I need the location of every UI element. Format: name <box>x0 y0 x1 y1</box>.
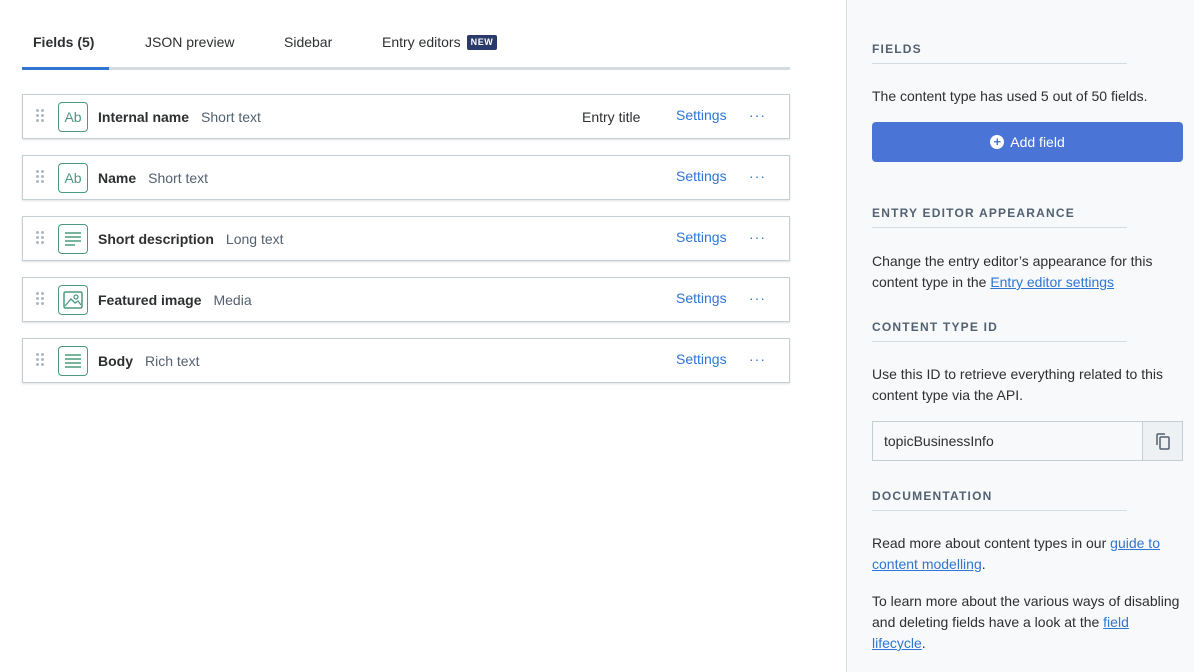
field-type: Short text <box>201 109 261 125</box>
field-settings-button[interactable]: Settings <box>676 107 727 123</box>
rich-text-icon <box>58 346 88 376</box>
field-type: Short text <box>148 170 209 186</box>
content-type-id-text: Use this ID to retrieve everything relat… <box>872 366 1164 403</box>
field-name: Short description <box>98 231 214 247</box>
field-name: Internal name <box>98 109 190 125</box>
field-settings-button[interactable]: Settings <box>676 290 727 306</box>
appearance-text: Change the entry editor’s appearance for… <box>872 251 1182 293</box>
plus-circle-icon: + <box>990 135 1005 149</box>
copy-icon[interactable] <box>1142 422 1182 460</box>
short-text-icon: Ab <box>58 163 88 193</box>
tab-json-preview[interactable]: JSON preview <box>145 22 234 67</box>
drag-handle-icon[interactable] <box>36 231 44 245</box>
field-settings-button[interactable]: Settings <box>676 351 727 367</box>
field-lifecycle-description: To learn more about the various ways of … <box>872 593 1180 630</box>
short-text-icon: Ab <box>58 102 88 132</box>
fields-heading: FIELDS <box>872 42 1127 64</box>
field-row[interactable]: Ab Internal name Short text Entry title S… <box>22 94 790 139</box>
content-type-id-input[interactable] <box>873 422 1142 460</box>
content-type-id-heading: CONTENT TYPE ID <box>872 320 1127 342</box>
more-actions-button[interactable]: ··· <box>749 229 766 245</box>
field-row[interactable]: Body Rich text Settings ··· <box>22 338 790 383</box>
field-type: Long text <box>225 231 284 247</box>
field-settings-button[interactable]: Settings <box>676 168 727 184</box>
drag-handle-icon[interactable] <box>36 170 44 184</box>
fields-usage-text: The content type has used 5 out of 50 fi… <box>872 88 1148 104</box>
entry-title-label: Entry title <box>582 109 641 125</box>
tab-sidebar[interactable]: Sidebar <box>284 22 332 67</box>
tab-fields[interactable]: Fields (5) <box>22 22 109 70</box>
new-badge: NEW <box>466 35 498 50</box>
documentation-description: Read more about content types in our <box>872 535 1107 551</box>
field-row[interactable]: Featured image Media Settings ··· <box>22 277 790 322</box>
add-field-label: Add field <box>1010 134 1065 150</box>
drag-handle-icon[interactable] <box>36 292 44 306</box>
field-type: Media <box>213 292 252 308</box>
field-lifecycle-text: To learn more about the various ways of … <box>872 593 1180 651</box>
tab-bar: Fields (5) JSON preview Sidebar Entry ed… <box>22 22 790 70</box>
field-row[interactable]: Ab Name Short text Settings ··· <box>22 155 790 200</box>
more-actions-button[interactable]: ··· <box>749 107 766 123</box>
more-actions-button[interactable]: ··· <box>749 290 766 306</box>
more-actions-button[interactable]: ··· <box>749 168 766 184</box>
documentation-heading: DOCUMENTATION <box>872 489 1127 511</box>
media-icon <box>58 285 88 315</box>
drag-handle-icon[interactable] <box>36 353 44 367</box>
tab-entry-editors-label: Entry editors <box>382 34 461 50</box>
long-text-icon <box>58 224 88 254</box>
tab-entry-editors[interactable]: Entry editors NEW <box>382 22 498 67</box>
drag-handle-icon[interactable] <box>36 109 44 123</box>
field-name: Featured image <box>98 292 202 308</box>
field-row[interactable]: Short description Long text Settings ··· <box>22 216 790 261</box>
add-field-button[interactable]: + Add field <box>872 122 1183 162</box>
documentation-text: Read more about content types in our gui… <box>872 535 1160 572</box>
sidebar-panel: FIELDS The content type has used 5 out o… <box>846 0 1194 672</box>
field-name: Body <box>98 353 133 369</box>
entry-editor-settings-link[interactable]: Entry editor settings <box>990 274 1114 290</box>
field-name: Name <box>98 170 137 186</box>
content-type-id-field <box>872 421 1183 461</box>
more-actions-button[interactable]: ··· <box>749 351 766 367</box>
field-settings-button[interactable]: Settings <box>676 229 727 245</box>
entry-editor-appearance-heading: ENTRY EDITOR APPEARANCE <box>872 206 1127 228</box>
main-panel: Fields (5) JSON preview Sidebar Entry ed… <box>0 0 846 672</box>
field-type: Rich text <box>145 353 200 369</box>
